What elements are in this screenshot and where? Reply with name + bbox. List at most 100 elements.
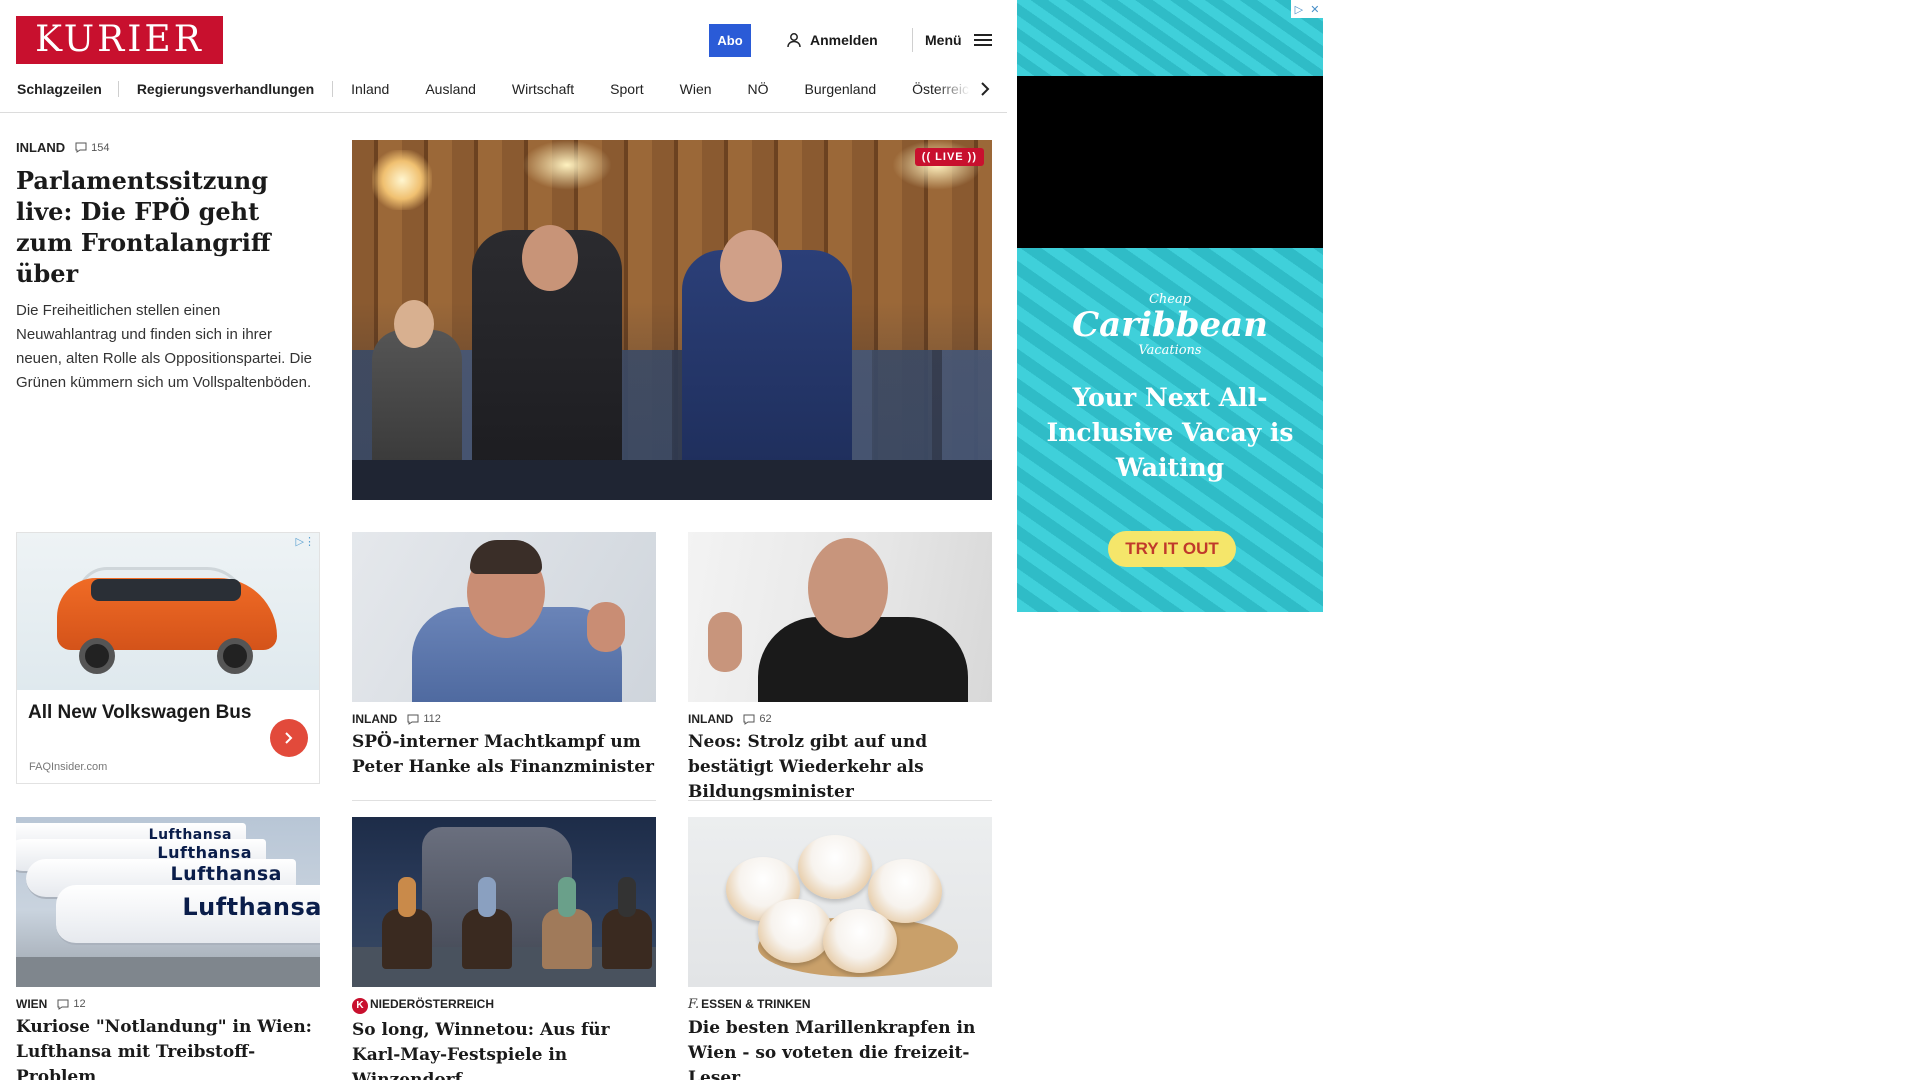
login-button[interactable]: Anmelden (786, 28, 878, 52)
banner-video-area (1017, 76, 1323, 248)
story-card[interactable]: Lufthansa Lufthansa Lufthansa Lufthansa … (16, 817, 320, 1080)
hamburger-icon (973, 34, 992, 46)
sponsored-go-button[interactable] (270, 719, 308, 757)
banner-brand-sub: Vacations (1138, 343, 1202, 358)
person-hair (470, 540, 542, 574)
story-kicker: INLAND 112 (352, 712, 656, 726)
kurier-k-icon: K (352, 997, 368, 1014)
story-comment-count[interactable]: 112 (407, 713, 441, 725)
story-card[interactable]: f. ESSEN & TRINKEN Die besten Marillenkra… (688, 817, 992, 1080)
story-comment-count[interactable]: 12 (57, 998, 86, 1010)
story-category-label: ESSEN & TRINKEN (701, 997, 811, 1011)
krapfen (823, 909, 897, 973)
person-hand (587, 602, 625, 652)
tarmac (16, 957, 320, 987)
chevron-right-icon (981, 82, 990, 96)
story-category[interactable]: INLAND (688, 712, 733, 726)
story-category[interactable]: K NIEDERÖSTERREICH (352, 997, 494, 1014)
lead-comment-count[interactable]: 154 (75, 142, 109, 154)
story-category-label: NIEDERÖSTERREICH (370, 997, 495, 1011)
lead-category[interactable]: INLAND (16, 140, 65, 155)
story-image (688, 532, 992, 702)
nav-scroll-right-button[interactable] (975, 76, 995, 102)
sponsored-source: FAQInsider.com (29, 761, 108, 773)
story-image: Lufthansa Lufthansa Lufthansa Lufthansa (16, 817, 320, 987)
van-window (91, 579, 241, 601)
story-comments: 62 (759, 713, 772, 725)
nav-item-schlagzeilen[interactable]: Schlagzeilen (0, 81, 119, 97)
story-comment-count[interactable]: 62 (743, 713, 772, 725)
lead-comments: 154 (91, 141, 110, 154)
adchoices-icon[interactable]: ▷⋮ (296, 535, 315, 548)
logo-text: KURIER (35, 19, 204, 60)
chevron-right-icon (285, 732, 293, 744)
story-headline[interactable]: Die besten Marillenkrapfen in Wien - so … (688, 1016, 992, 1080)
lead-headline[interactable]: Parlamentssitzung live: Die FPÖ geht zum… (16, 165, 316, 289)
close-icon[interactable]: ✕ (1310, 3, 1319, 16)
login-label: Anmelden (810, 32, 878, 48)
horse (602, 909, 652, 969)
banner-brand-big: Caribbean (1072, 305, 1268, 345)
sponsored-title: All New Volkswagen Bus (28, 702, 252, 723)
nav-item-noe[interactable]: NÖ (730, 81, 787, 97)
story-divider (688, 800, 992, 801)
person-left-head (522, 225, 578, 291)
menu-label: Menü (925, 32, 962, 48)
sponsored-card[interactable]: ▷⋮ All New Volkswagen Bus FAQInsider.com (16, 532, 320, 784)
story-category[interactable]: WIEN (16, 997, 47, 1011)
story-divider (352, 800, 656, 801)
nav-item-burgenland[interactable]: Burgenland (787, 81, 895, 97)
banner-headline: Your Next All-Inclusive Vacay is Waiting (1046, 383, 1294, 482)
banner-cta-button[interactable]: TRY IT OUT (1108, 531, 1236, 567)
plane-livery: Lufthansa (182, 893, 320, 921)
rider (618, 877, 636, 917)
story-headline[interactable]: Kuriose "Notlandung" in Wien: Lufthansa … (16, 1015, 320, 1080)
nav-item-sport[interactable]: Sport (592, 81, 661, 97)
plane: Lufthansa (56, 885, 320, 945)
story-category[interactable]: f. ESSEN & TRINKEN (688, 997, 811, 1012)
sponsored-image: ▷⋮ (17, 533, 319, 690)
nav-item-inland[interactable]: Inland (333, 81, 407, 97)
krapfen (798, 835, 872, 899)
story-headline[interactable]: SPÖ-interner Machtkampf um Peter Hanke a… (352, 730, 656, 780)
story-image (688, 817, 992, 987)
lead-image[interactable]: (( LIVE )) (352, 140, 992, 500)
ceiling-light (372, 150, 432, 210)
kurier-logo[interactable]: KURIER (16, 16, 223, 64)
story-category[interactable]: INLAND (352, 712, 397, 726)
adchoices-icon[interactable]: ▷ (1295, 3, 1303, 16)
comment-icon (57, 999, 69, 1010)
abo-button[interactable]: Abo (709, 24, 751, 57)
nav-item-ausland[interactable]: Ausland (407, 81, 494, 97)
nav-item-wirtschaft[interactable]: Wirtschaft (494, 81, 592, 97)
rider (478, 877, 496, 917)
story-image (352, 817, 656, 987)
horse (382, 909, 432, 969)
story-headline[interactable]: So long, Winnetou: Aus für Karl-May-Fest… (352, 1018, 656, 1080)
freizeit-f-icon: f. (688, 997, 700, 1012)
story-headline[interactable]: Neos: Strolz gibt auf und bestätigt Wied… (688, 730, 992, 805)
story-image (352, 532, 656, 702)
story-comments: 12 (73, 998, 86, 1010)
story-card[interactable]: INLAND 62 Neos: Strolz gibt auf und best… (688, 532, 992, 805)
van-wheel (79, 638, 115, 674)
lead-kicker: INLAND 154 (16, 140, 316, 155)
lead-story: INLAND 154 Parlamentssitzung live: Die F… (16, 140, 316, 395)
ceiling-light (522, 140, 612, 190)
story-card[interactable]: INLAND 112 SPÖ-interner Machtkampf um Pe… (352, 532, 656, 801)
person-right-head (720, 230, 782, 302)
live-badge: (( LIVE )) (914, 148, 984, 166)
horse (462, 909, 512, 969)
section-nav: Schlagzeilen Regierungsverhandlungen Inl… (0, 76, 1000, 102)
comment-icon (743, 714, 755, 725)
banner-ad[interactable]: Cheap Caribbean Vacations Your Next All-… (1017, 0, 1323, 612)
nav-item-regierungsverhandlungen[interactable]: Regierungsverhandlungen (119, 81, 334, 97)
story-card[interactable]: K NIEDERÖSTERREICH So long, Winnetou: Aus… (352, 817, 656, 1080)
banner-pattern (1017, 0, 1323, 76)
ad-close-controls[interactable]: ▷ ✕ (1291, 0, 1323, 18)
person-hand (708, 612, 742, 672)
user-icon (787, 33, 801, 48)
story-kicker: f. ESSEN & TRINKEN (688, 997, 992, 1012)
nav-item-wien[interactable]: Wien (662, 81, 730, 97)
menu-button[interactable]: Menü (925, 28, 992, 52)
